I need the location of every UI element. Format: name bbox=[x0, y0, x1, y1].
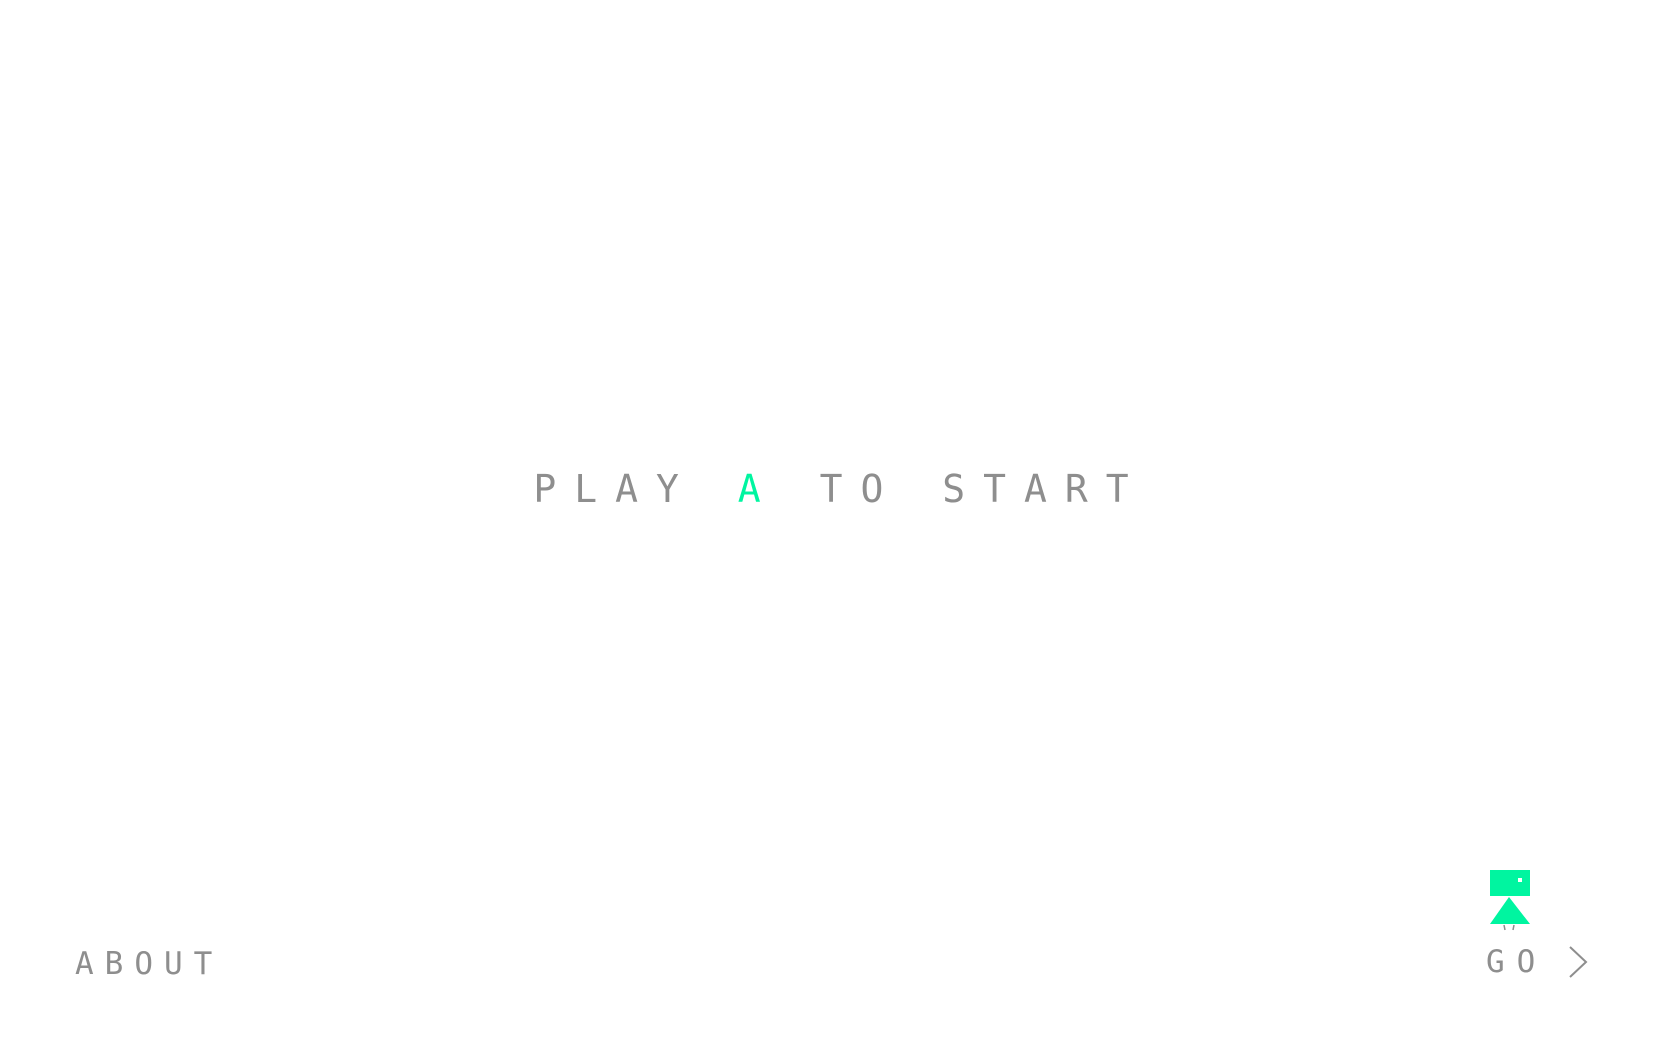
go-button[interactable]: GO bbox=[1486, 940, 1589, 984]
about-link[interactable]: ABOUT bbox=[75, 944, 223, 984]
go-label: GO bbox=[1486, 944, 1548, 980]
chevron-right-icon bbox=[1569, 946, 1588, 978]
robot-eye bbox=[1518, 878, 1522, 882]
start-prompt-after: TO START bbox=[778, 467, 1147, 511]
robot-mascot-icon bbox=[1490, 870, 1530, 931]
robot-leg-left bbox=[1503, 924, 1506, 931]
start-prompt-accent-letter: A bbox=[737, 467, 779, 511]
robot-head bbox=[1490, 870, 1530, 896]
robot-body bbox=[1490, 897, 1530, 924]
start-prompt: PLAY A TO START bbox=[0, 465, 1680, 513]
start-prompt-before: PLAY bbox=[533, 467, 738, 511]
robot-leg-right bbox=[1512, 924, 1515, 931]
